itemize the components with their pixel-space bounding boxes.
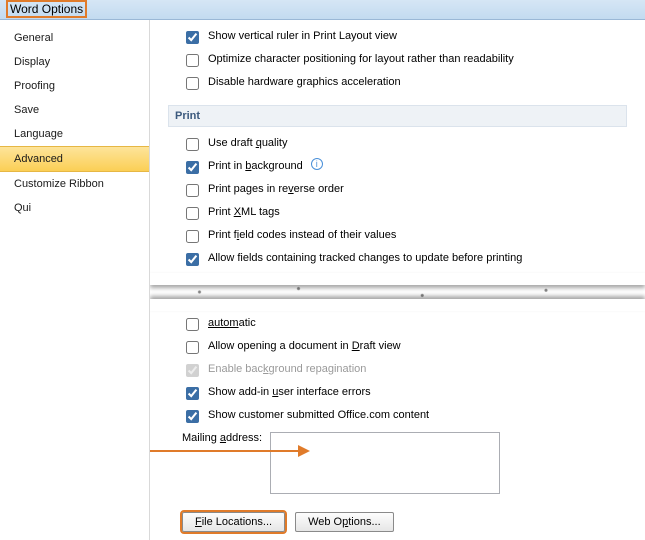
mailing-label: Mailing address: (182, 432, 262, 494)
check-reverse-order[interactable]: Print pages in reverse order (168, 179, 627, 202)
mailing-address-input[interactable] (270, 432, 500, 494)
checkbox[interactable] (186, 161, 199, 174)
checkbox[interactable] (186, 410, 199, 423)
check-label: Use draft quality (208, 135, 288, 151)
check-label: Show customer submitted Office.com conte… (208, 407, 429, 423)
sidebar-item-advanced[interactable]: Advanced (0, 146, 149, 172)
check-label: Print XML tags (208, 204, 280, 220)
check-disable-hw-accel[interactable]: Disable hardware graphics acceleration (168, 72, 627, 95)
checkbox[interactable] (186, 253, 199, 266)
check-office-com-content[interactable]: Show customer submitted Office.com conte… (168, 405, 627, 428)
checkbox[interactable] (186, 77, 199, 90)
file-locations-button[interactable]: File Locations... (182, 512, 285, 532)
check-label: Enable background repagination (208, 361, 366, 377)
check-print-background[interactable]: Print in background i (168, 156, 627, 179)
check-addin-ui-errors[interactable]: Show add-in user interface errors (168, 382, 627, 405)
checkbox[interactable] (186, 31, 199, 44)
check-label: Show add-in user interface errors (208, 384, 371, 400)
mailing-address-row: Mailing address: (168, 428, 627, 498)
check-label: Allow fields containing tracked changes … (208, 250, 522, 266)
check-label: Print in background (208, 158, 303, 174)
web-options-button[interactable]: Web Options... (295, 512, 394, 532)
checkbox[interactable] (186, 207, 199, 220)
checkbox[interactable] (186, 387, 199, 400)
check-label: Print field codes instead of their value… (208, 227, 396, 243)
check-open-draft-view[interactable]: Allow opening a document in Draft view (168, 336, 627, 359)
check-tracked-changes-update[interactable]: Allow fields containing tracked changes … (168, 248, 627, 271)
torn-edge (150, 275, 645, 309)
sidebar-item-save[interactable]: Save (0, 98, 149, 122)
check-partial-automatic[interactable]: automatic (168, 313, 627, 336)
check-label: Show vertical ruler in Print Layout view (208, 28, 397, 44)
window-title: Word Options (6, 0, 87, 18)
check-background-repagination: Enable background repagination (168, 359, 627, 382)
sidebar-item-display[interactable]: Display (0, 50, 149, 74)
checkbox[interactable] (186, 138, 199, 151)
content-pane: Show vertical ruler in Print Layout view… (150, 20, 645, 540)
sidebar-item-proofing[interactable]: Proofing (0, 74, 149, 98)
callout-arrow (150, 450, 308, 452)
check-label: Disable hardware graphics acceleration (208, 74, 401, 90)
check-label: Allow opening a document in Draft view (208, 338, 401, 354)
check-xml-tags[interactable]: Print XML tags (168, 202, 627, 225)
check-vertical-ruler[interactable]: Show vertical ruler in Print Layout view (168, 26, 627, 49)
check-label: automatic (208, 315, 256, 331)
checkbox[interactable] (186, 54, 199, 67)
checkbox[interactable] (186, 184, 199, 197)
info-icon[interactable]: i (311, 158, 323, 170)
checkbox[interactable] (186, 341, 199, 354)
checkbox[interactable] (186, 230, 199, 243)
sidebar-item-quickaccess[interactable]: Qui (0, 196, 149, 220)
titlebar: Word Options (0, 0, 645, 20)
checkbox (186, 364, 199, 377)
check-draft-quality[interactable]: Use draft quality (168, 133, 627, 156)
check-label: Optimize character positioning for layou… (208, 51, 514, 67)
group-header-print: Print (168, 105, 627, 127)
check-field-codes[interactable]: Print field codes instead of their value… (168, 225, 627, 248)
sidebar: General Display Proofing Save Language A… (0, 20, 150, 540)
check-optimize-positioning[interactable]: Optimize character positioning for layou… (168, 49, 627, 72)
check-label: Print pages in reverse order (208, 181, 344, 197)
sidebar-item-customize-ribbon[interactable]: Customize Ribbon (0, 172, 149, 196)
checkbox[interactable] (186, 318, 199, 331)
sidebar-item-language[interactable]: Language (0, 122, 149, 146)
sidebar-item-general[interactable]: General (0, 26, 149, 50)
